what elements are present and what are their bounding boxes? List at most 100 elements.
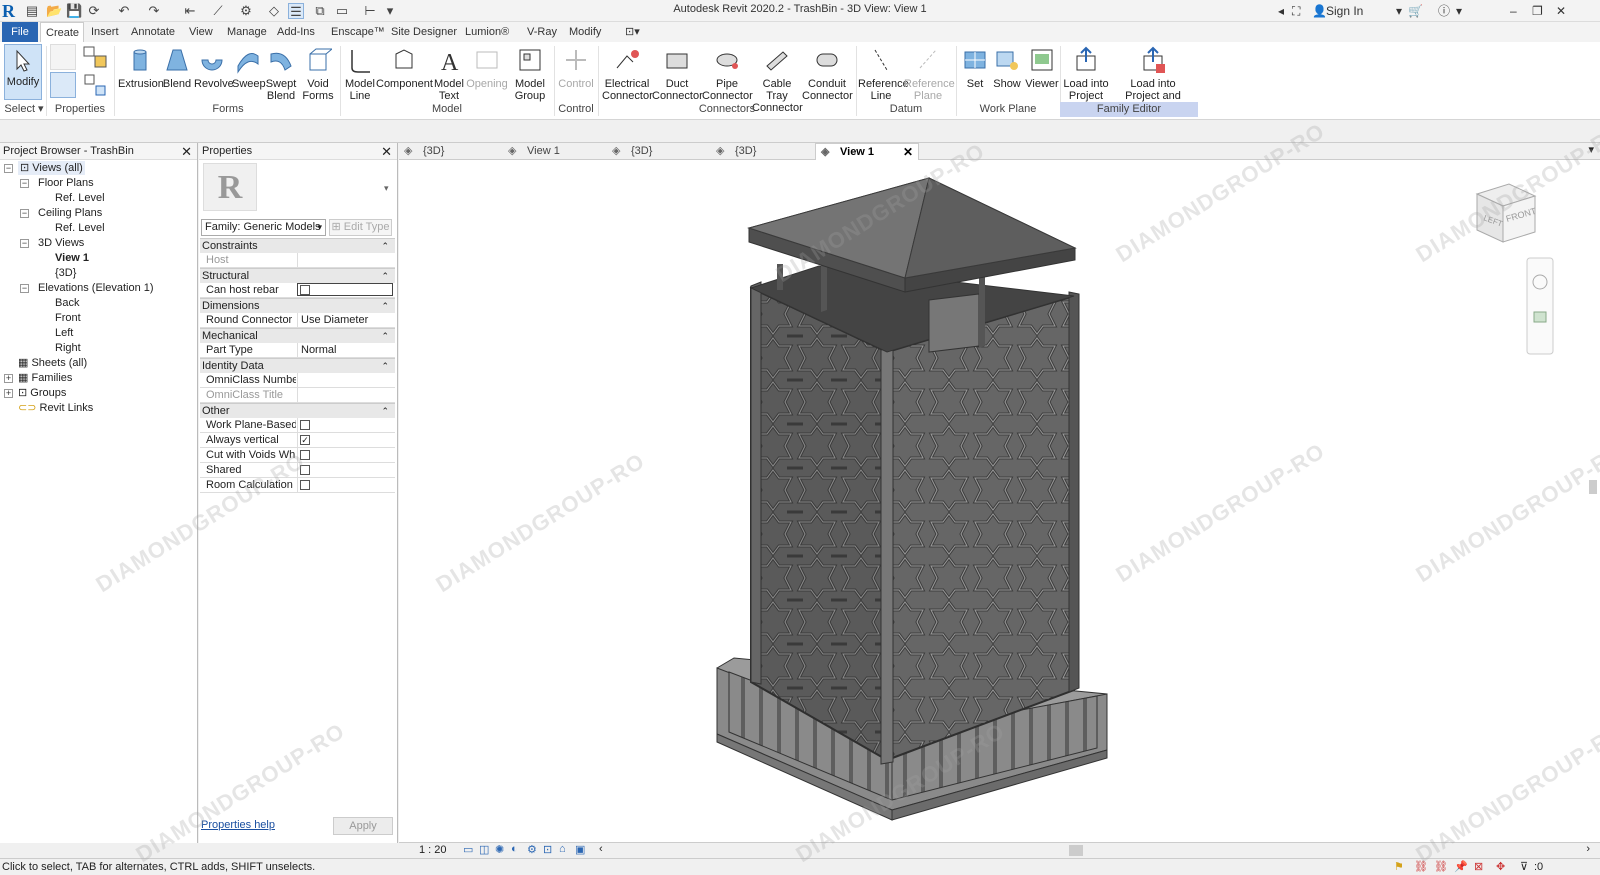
tab-create[interactable]: Create — [40, 22, 84, 42]
tree-item-right[interactable]: Right — [55, 341, 81, 355]
view-tab-3d-3[interactable]: ◈ {3D} — [711, 143, 815, 160]
can-host-rebar-checkbox[interactable] — [300, 285, 310, 295]
expand-toggle-icon[interactable]: + — [4, 389, 13, 398]
detail-level-icon[interactable]: ▭ — [463, 843, 473, 856]
show-work-plane-button[interactable]: Show — [990, 44, 1024, 90]
help-dropdown-icon[interactable]: ▾ — [1456, 3, 1462, 19]
model-text-button[interactable]: A Model Text — [432, 44, 466, 102]
crop-icon[interactable]: ⊡ — [543, 843, 552, 856]
family-filter-select[interactable]: Family: Generic Models ▾ — [201, 219, 326, 236]
properties-toggle-icon[interactable] — [50, 72, 76, 98]
restore-icon[interactable]: ❐ — [1532, 3, 1543, 19]
tree-item-front[interactable]: Front — [55, 311, 81, 325]
close-icon[interactable]: ✕ — [181, 143, 192, 160]
tree-item-families[interactable]: ▦ Families — [18, 371, 72, 385]
tree-item-ceiling-plans[interactable]: Ceiling Plans — [38, 206, 102, 220]
horizontal-scrollbar-thumb[interactable] — [1069, 845, 1083, 856]
always-vertical-checkbox[interactable]: ✓ — [300, 435, 310, 445]
collapse-toggle-icon[interactable]: − — [20, 179, 29, 188]
select-panel-dropdown[interactable]: Select ▾ — [2, 102, 46, 117]
collapse-toggle-icon[interactable]: − — [20, 284, 29, 293]
control-button[interactable]: Control — [558, 44, 594, 90]
reference-plane-button[interactable]: Reference Plane — [904, 44, 955, 102]
reference-line-button[interactable]: Reference Line — [858, 44, 909, 102]
prop-row-omniclass-number[interactable]: OmniClass Number — [200, 373, 395, 388]
group-dimensions[interactable]: Dimensions ⌃ — [200, 298, 395, 313]
user-icon[interactable]: 👤 — [1312, 3, 1327, 19]
tab-add-ins[interactable]: Add-Ins — [272, 22, 320, 42]
tab-site-designer[interactable]: Site Designer — [386, 22, 462, 42]
group-identity-data[interactable]: Identity Data ⌃ — [200, 358, 395, 373]
hide-isolate-icon[interactable]: ⌂ — [559, 843, 566, 855]
tab-file[interactable]: File — [2, 22, 38, 42]
load-into-project-button[interactable]: Load into Project — [1062, 44, 1110, 102]
model-line-button[interactable]: Model Line — [344, 44, 376, 102]
conduit-connector-button[interactable]: Conduit Connector — [802, 44, 853, 102]
extrusion-button[interactable]: Extrusion — [118, 44, 164, 90]
tab-vray[interactable]: V-Ray — [522, 22, 562, 42]
family-category-icon[interactable] — [50, 44, 76, 70]
set-work-plane-button[interactable]: Set — [960, 44, 990, 90]
room-calculation-checkbox[interactable] — [300, 480, 310, 490]
component-button[interactable]: Component — [376, 44, 433, 90]
tab-view[interactable]: View — [184, 22, 218, 42]
type-properties-icon[interactable] — [82, 72, 108, 98]
tree-item-view-1[interactable]: View 1 — [55, 251, 89, 265]
family-types-icon[interactable] — [82, 44, 108, 70]
tree-item-groups[interactable]: ⊡ Groups — [18, 386, 66, 400]
tab-annotate[interactable]: Annotate — [126, 22, 180, 42]
tab-modify[interactable]: Modify — [564, 22, 606, 42]
group-mechanical[interactable]: Mechanical ⌃ — [200, 328, 395, 343]
sign-in-link[interactable]: Sign In — [1326, 3, 1363, 19]
tree-item-sheets[interactable]: ▦ Sheets (all) — [18, 356, 87, 370]
tree-item-3d-views[interactable]: 3D Views — [38, 236, 84, 250]
opening-button[interactable]: Opening — [466, 44, 508, 90]
close-window-icon[interactable]: ✕ — [1556, 3, 1566, 19]
sweep-button[interactable]: Sweep — [232, 44, 266, 90]
cart-icon[interactable]: 🛒 — [1408, 3, 1423, 19]
ribbon-options-icon[interactable]: ⊡▾ — [620, 22, 645, 42]
scroll-right-icon[interactable]: › — [1586, 843, 1590, 855]
shadows-icon[interactable]: ◐ — [511, 843, 518, 855]
type-selector-dropdown-icon[interactable]: ▾ — [384, 183, 389, 194]
prop-row-round-connector[interactable]: Round Connector ... Use Diameter — [200, 313, 395, 328]
work-plane-based-checkbox[interactable] — [300, 420, 310, 430]
sign-in-dropdown-icon[interactable]: ▾ — [1396, 3, 1402, 19]
view-scale[interactable]: 1 : 20 — [419, 844, 447, 856]
reveal-hidden-icon[interactable]: ▣ — [575, 843, 585, 856]
tree-item-floor-plans[interactable]: Floor Plans — [38, 176, 94, 190]
edit-type-button[interactable]: ⊞ Edit Type — [329, 219, 392, 236]
view-tab-3d-1[interactable]: ◈ {3D} — [399, 143, 503, 160]
binoculars-icon[interactable]: ⛶ — [1292, 3, 1300, 19]
view-tab-3d-2[interactable]: ◈ {3D} — [607, 143, 711, 160]
collapse-toggle-icon[interactable]: − — [20, 209, 29, 218]
filter-icon[interactable]: ⊽ — [1520, 860, 1528, 873]
electrical-connector-button[interactable]: Electrical Connector — [602, 44, 653, 102]
close-tab-icon[interactable]: ✕ — [903, 144, 913, 161]
void-forms-button[interactable]: Void Forms — [300, 44, 336, 102]
tree-item-3d[interactable]: {3D} — [55, 266, 76, 280]
select-underlay-icon[interactable]: ⛓ — [1434, 860, 1448, 873]
group-other[interactable]: Other ⌃ — [200, 403, 395, 418]
collapse-toggle-icon[interactable]: − — [20, 239, 29, 248]
tree-item-ref-level-floor[interactable]: Ref. Level — [55, 191, 105, 205]
tab-enscape[interactable]: Enscape™ — [326, 22, 390, 42]
expand-toggle-icon[interactable]: + — [4, 374, 13, 383]
group-constraints[interactable]: Constraints ⌃ — [200, 238, 395, 253]
pipe-connector-button[interactable]: Pipe Connector — [702, 44, 753, 102]
group-structural[interactable]: Structural ⌃ — [200, 268, 395, 283]
close-icon[interactable]: ✕ — [381, 143, 392, 160]
collapse-left-icon[interactable]: ◂ — [1278, 3, 1284, 19]
prop-row-part-type[interactable]: Part Type Normal — [200, 343, 395, 358]
select-by-face-icon[interactable]: ⊠ — [1474, 860, 1483, 873]
minimize-icon[interactable]: – — [1510, 3, 1517, 19]
collapse-toggle-icon[interactable]: − — [4, 164, 13, 173]
scroll-left-icon[interactable]: ‹ — [599, 843, 603, 855]
visual-style-icon[interactable]: ◫ — [479, 843, 489, 856]
tree-item-revit-links[interactable]: ⊂⊃ Revit Links — [18, 401, 93, 415]
navigation-bar[interactable] — [1526, 257, 1554, 355]
blend-button[interactable]: Blend — [162, 44, 192, 90]
tree-item-views[interactable]: ⊡ Views (all) — [18, 161, 85, 175]
tab-lumion[interactable]: Lumion® — [460, 22, 514, 42]
model-group-button[interactable]: Model Group — [510, 44, 550, 102]
